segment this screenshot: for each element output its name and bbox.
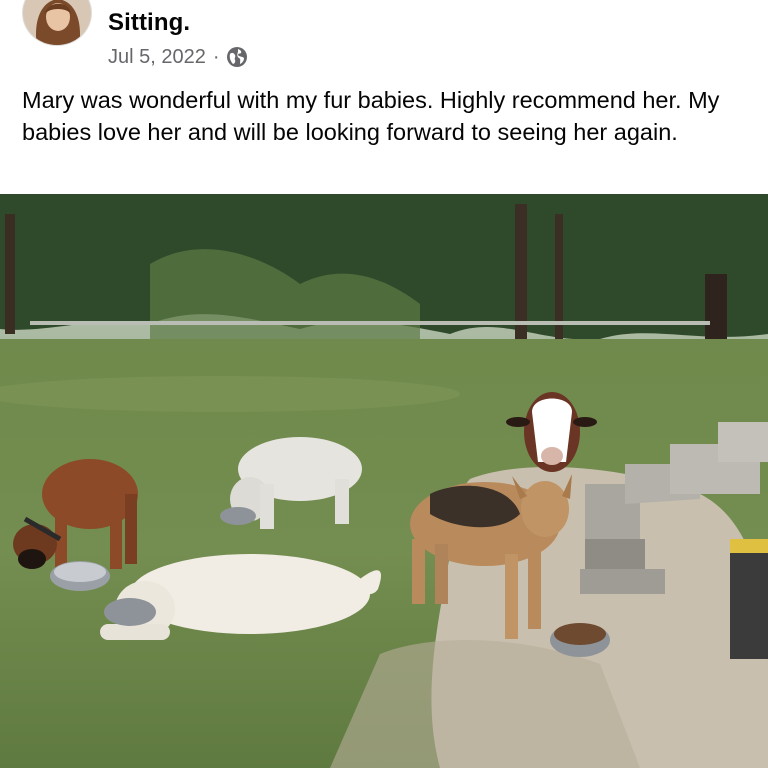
post-meta: Jul 5, 2022 · bbox=[108, 45, 248, 69]
globe-icon[interactable] bbox=[226, 46, 248, 68]
post-header: Sitting. Jul 5, 2022 · bbox=[0, 0, 768, 80]
post-body-text: Mary was wonderful with my fur babies. H… bbox=[22, 87, 720, 145]
post-photo[interactable] bbox=[0, 194, 768, 768]
post-title-fragment[interactable]: Sitting. bbox=[108, 9, 190, 37]
meta-separator: · bbox=[212, 45, 220, 68]
photo-illustration bbox=[0, 194, 768, 768]
avatar[interactable] bbox=[22, 0, 92, 46]
post-date[interactable]: Jul 5, 2022 bbox=[108, 46, 206, 69]
avatar-image bbox=[23, 0, 91, 45]
